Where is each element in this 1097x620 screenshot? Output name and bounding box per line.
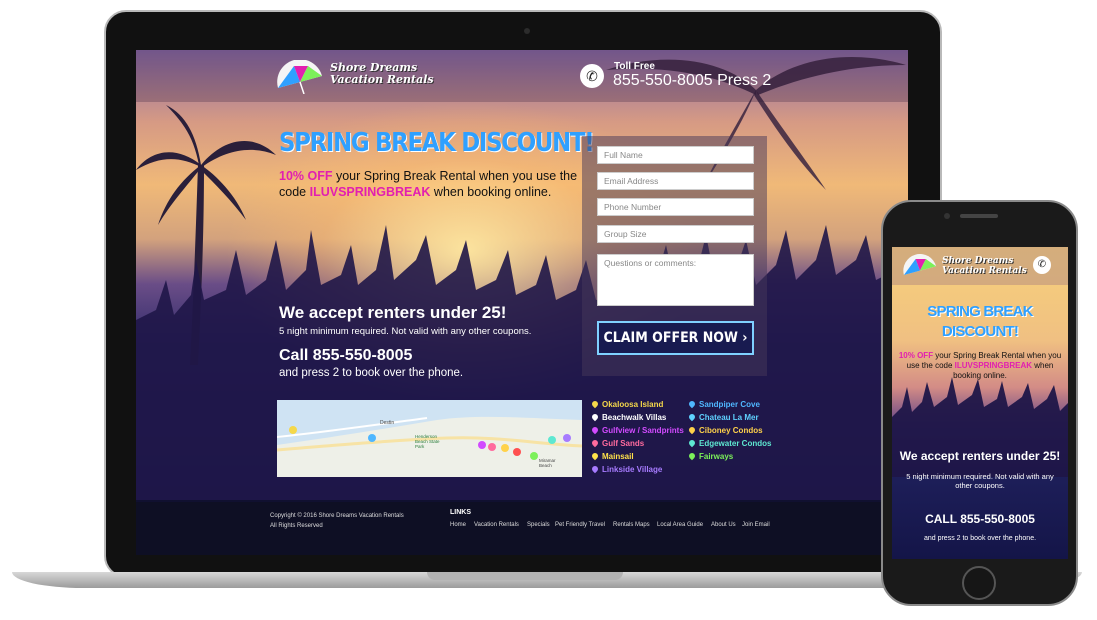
phone-speaker — [960, 214, 998, 218]
brand-name-line2: Vacation Rentals — [330, 73, 434, 86]
footer-link-about-us[interactable]: About Us — [711, 522, 736, 528]
laptop-camera — [524, 28, 530, 34]
location-item[interactable]: Ciboney Condos — [687, 425, 763, 435]
phone-field[interactable]: Phone Number — [597, 198, 754, 216]
mobile-brand-name[interactable]: Shore Dreams Vacation Rentals — [942, 256, 1027, 276]
location-name: Gulf Sands — [602, 439, 645, 448]
mobile-screen: Shore Dreams Vacation Rentals ✆ SPRING B… — [892, 247, 1068, 559]
mobile-brand-line2: Vacation Rentals — [942, 266, 1027, 276]
brand-name[interactable]: Shore Dreams Vacation Rentals — [330, 62, 434, 86]
mobile-hero-description: 10% OFF your Spring Break Rental when yo… — [898, 351, 1062, 381]
map-pin-icon — [590, 451, 600, 461]
mobile-phone-icon[interactable]: ✆ — [1033, 256, 1051, 274]
map-pin-icon — [687, 412, 697, 422]
footer-link-rentals-maps[interactable]: Rentals Maps — [613, 522, 650, 528]
copyright-text: Copyright © 2016 Shore Dreams Vacation R… — [270, 513, 404, 519]
email-field[interactable]: Email Address — [597, 172, 754, 190]
full-name-field[interactable]: Full Name — [597, 146, 754, 164]
mobile-umbrella-logo-icon[interactable] — [901, 254, 939, 280]
location-name: Mainsail — [602, 452, 634, 461]
location-item[interactable]: Mainsail — [590, 451, 634, 461]
footer-link-specials[interactable]: Specials — [527, 522, 550, 528]
map-pin-icon — [590, 425, 600, 435]
hero-description: 10% OFF your Spring Break Rental when yo… — [279, 168, 579, 200]
mobile-call-heading[interactable]: CALL 855-550-8005 — [892, 512, 1068, 526]
footer-link-local-area-guide[interactable]: Local Area Guide — [657, 522, 703, 528]
location-item[interactable]: Edgewater Condos — [687, 438, 772, 448]
map-pin-icon — [590, 464, 600, 474]
group-size-field[interactable]: Group Size — [597, 225, 754, 243]
offer-form: Full Name Email Address Phone Number Gro… — [582, 136, 767, 376]
umbrella-logo-icon[interactable] — [274, 60, 326, 94]
rentals-map[interactable]: Destin Henderson Beach State Park Mirama… — [277, 400, 582, 477]
map-label-destin: Destin — [380, 420, 395, 426]
desktop-screen: Shore Dreams Vacation Rentals ✆ Toll Fre… — [136, 50, 908, 555]
comments-field[interactable]: Questions or comments: — [597, 254, 754, 306]
claim-offer-button[interactable]: CLAIM OFFER NOW › — [597, 321, 754, 355]
location-name: Gulfview / Sandprints — [602, 426, 684, 435]
call-subtext: and press 2 to book over the phone. — [279, 367, 464, 379]
map-pin-icon — [687, 438, 697, 448]
accept-heading: We accept renters under 25! — [279, 303, 507, 322]
location-name: Sandpiper Cove — [699, 400, 760, 409]
discount-text: 10% OFF — [279, 169, 333, 183]
hero-title: SPRING BREAK DISCOUNT! — [279, 128, 595, 158]
map-pin-icon — [687, 425, 697, 435]
mobile-call-subtext: and press 2 to book over the phone. — [923, 535, 1037, 542]
map-pin-icon — [590, 438, 600, 448]
location-item[interactable]: Sandpiper Cove — [687, 399, 760, 409]
map-pin-icon — [590, 412, 600, 422]
rights-text: All Rights Reserved — [270, 523, 323, 529]
phone-icon[interactable]: ✆ — [580, 64, 604, 88]
location-item[interactable]: Linkside Village — [590, 464, 663, 474]
mobile-discount-text: 10% OFF — [898, 351, 934, 360]
mobile-title-line2: DISCOUNT! — [941, 323, 1019, 340]
location-name: Linkside Village — [602, 465, 663, 474]
location-item[interactable]: Beachwalk Villas — [590, 412, 667, 422]
location-name: Fairways — [699, 452, 734, 461]
mobile-brand-line1: Shore Dreams — [942, 256, 1014, 266]
map-label-henderson: Henderson Beach State Park — [415, 434, 440, 449]
call-heading: Call 855-550-8005 — [279, 347, 413, 364]
accept-subtext: 5 night minimum required. Not valid with… — [279, 326, 532, 337]
footer-links-title: LINKS — [450, 509, 471, 516]
location-item[interactable]: Fairways — [687, 451, 734, 461]
phone-camera — [944, 213, 950, 219]
footer-link-home[interactable]: Home — [450, 522, 466, 528]
toll-free-label: Toll Free — [614, 61, 655, 72]
home-button[interactable] — [962, 566, 996, 600]
map-pin-icon — [687, 451, 697, 461]
footer — [136, 502, 908, 555]
promo-code: ILUVSPRINGBREAK — [309, 185, 431, 199]
header-phone-number[interactable]: 855-550-8005 Press 2 — [613, 72, 771, 90]
location-item[interactable]: Gulfview / Sandprints — [590, 425, 684, 435]
map-pin-icon — [687, 399, 697, 409]
footer-link-join-email[interactable]: Join Email — [742, 522, 770, 528]
map-label-miramar: Miramar Beach — [539, 458, 556, 468]
map-pin-icon — [590, 399, 600, 409]
footer-link-vacation-rentals[interactable]: Vacation Rentals — [474, 522, 519, 528]
mobile-accept-heading: We accept renters under 25! — [899, 449, 1061, 463]
location-name: Chateau La Mer — [699, 413, 759, 422]
location-name: Beachwalk Villas — [602, 413, 667, 422]
location-item[interactable]: Gulf Sands — [590, 438, 645, 448]
location-name: Okaloosa Island — [602, 400, 664, 409]
mobile-hero-title: SPRING BREAK DISCOUNT! — [892, 302, 1068, 342]
location-name: Edgewater Condos — [699, 439, 772, 448]
mobile-promo-code: ILUVSPRINGBREAK — [954, 361, 1033, 370]
laptop-notch — [427, 572, 623, 580]
mobile-title-line1: SPRING BREAK — [927, 303, 1033, 320]
location-item[interactable]: Chateau La Mer — [687, 412, 759, 422]
location-name: Ciboney Condos — [699, 426, 763, 435]
footer-link-pet-friendly[interactable]: Pet Friendly Travel — [555, 522, 605, 528]
footer-copyright: Copyright © 2016 Shore Dreams Vacation R… — [270, 511, 404, 531]
location-item[interactable]: Okaloosa Island — [590, 399, 664, 409]
header-bar — [136, 50, 908, 102]
mobile-accept-subtext: 5 night minimum required. Not valid with… — [906, 472, 1054, 490]
discount-desc-end: when booking online. — [430, 185, 552, 199]
